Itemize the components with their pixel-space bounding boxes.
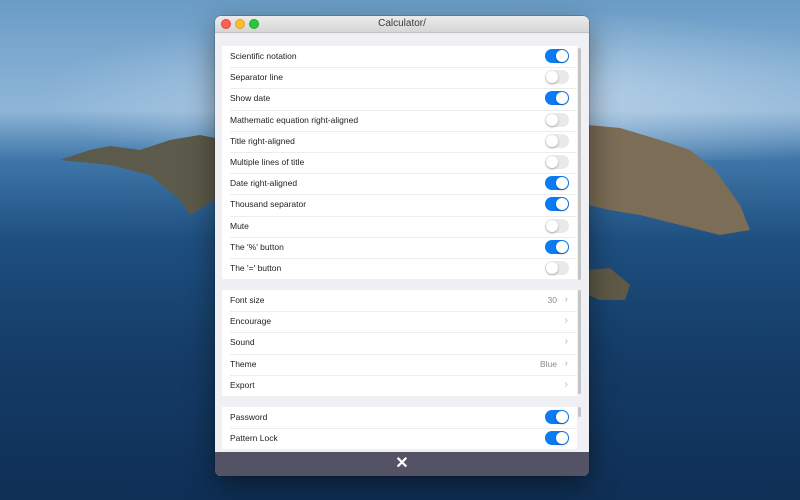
display-options-group: Scientific notation Separator line Show … bbox=[222, 46, 577, 280]
settings-label: Theme bbox=[230, 358, 257, 369]
scientific-notation-toggle[interactable] bbox=[545, 49, 569, 63]
toggle-label: Title right-aligned bbox=[230, 135, 295, 146]
chevron-right-icon: › bbox=[564, 336, 568, 348]
toggle-row-show-date: Show date bbox=[222, 88, 577, 109]
settings-label: Encourage bbox=[230, 316, 272, 327]
title-bar: Calculator/ bbox=[215, 16, 589, 33]
toggle-row-equation-right-aligned: Mathematic equation right-aligned bbox=[222, 109, 577, 131]
multiple-lines-title-toggle[interactable] bbox=[545, 154, 569, 169]
toggle-label: The '%' button bbox=[230, 241, 284, 252]
settings-row-sound[interactable]: Sound › bbox=[222, 332, 577, 353]
toggle-row-percent-button: The '%' button bbox=[222, 236, 577, 258]
toggle-label: Mathematic equation right-aligned bbox=[230, 114, 359, 125]
toggle-row-pattern-lock: Pattern Lock bbox=[222, 428, 577, 449]
settings-content: Scientific notation Separator line Show … bbox=[215, 34, 589, 452]
chevron-right-icon: › bbox=[564, 357, 568, 369]
toggle-label: Pattern Lock bbox=[230, 433, 278, 444]
toggle-label: Multiple lines of title bbox=[230, 156, 305, 167]
chevron-right-icon: › bbox=[564, 315, 568, 327]
equals-button-toggle[interactable] bbox=[545, 260, 569, 275]
toggle-row-scientific-notation: Scientific notation bbox=[222, 46, 577, 67]
settings-label: Export bbox=[230, 379, 255, 390]
toggle-row-thousand-separator: Thousand separator bbox=[222, 194, 577, 215]
percent-button-toggle[interactable] bbox=[545, 239, 569, 254]
settings-row-theme[interactable]: Theme Blue › bbox=[222, 353, 577, 375]
date-right-aligned-toggle[interactable] bbox=[545, 176, 569, 191]
show-date-toggle[interactable] bbox=[545, 91, 569, 106]
pattern-lock-toggle[interactable] bbox=[545, 431, 569, 446]
calculator-settings-window: Calculator/ Scientific notation Separato… bbox=[215, 16, 589, 476]
equation-right-aligned-toggle[interactable] bbox=[545, 112, 569, 127]
settings-row-encourage[interactable]: Encourage › bbox=[222, 311, 577, 332]
group-scrollbar[interactable] bbox=[578, 48, 581, 280]
toggle-row-date-right-aligned: Date right-aligned bbox=[222, 173, 577, 194]
password-toggle[interactable] bbox=[545, 410, 569, 424]
font-size-value: 30 bbox=[547, 295, 557, 305]
toggle-row-separator-line: Separator line bbox=[222, 67, 577, 88]
settings-row-export[interactable]: Export › bbox=[222, 374, 577, 396]
general-settings-group: Font size 30 › Encourage › Sound › Theme… bbox=[222, 290, 577, 396]
toggle-label: The '=' button bbox=[230, 262, 282, 273]
toggle-label: Show date bbox=[230, 93, 271, 104]
title-right-aligned-toggle[interactable] bbox=[545, 133, 569, 148]
toggle-row-title-right-aligned: Title right-aligned bbox=[222, 130, 577, 152]
toggle-row-equals-button: The '=' button bbox=[222, 257, 577, 279]
theme-value: Blue bbox=[539, 358, 557, 369]
mute-toggle[interactable] bbox=[545, 218, 569, 233]
toggle-row-mute: Mute bbox=[222, 215, 577, 237]
group-scrollbar[interactable] bbox=[578, 407, 581, 417]
chevron-right-icon: › bbox=[564, 378, 568, 390]
toggle-label: Thousand separator bbox=[230, 199, 307, 210]
toggle-label: Date right-aligned bbox=[230, 178, 298, 189]
thousand-separator-toggle[interactable] bbox=[545, 197, 569, 212]
settings-row-font-size[interactable]: Font size 30 › bbox=[222, 290, 577, 311]
close-icon[interactable]: ✕ bbox=[395, 455, 408, 473]
security-group: Password Pattern Lock bbox=[222, 407, 577, 450]
separator-line-toggle[interactable] bbox=[545, 70, 569, 85]
settings-label: Font size bbox=[230, 295, 265, 305]
toggle-label: Separator line bbox=[230, 72, 283, 83]
chevron-right-icon: › bbox=[564, 294, 568, 305]
toggle-label: Mute bbox=[230, 220, 249, 231]
settings-label: Sound bbox=[230, 337, 255, 348]
group-scrollbar[interactable] bbox=[578, 290, 581, 394]
toggle-label: Scientific notation bbox=[230, 51, 297, 61]
bottom-bar: ✕ bbox=[215, 452, 589, 476]
window-title: Calculator/ bbox=[378, 18, 426, 29]
toggle-label: Password bbox=[230, 412, 268, 422]
toggle-row-multiple-lines-title: Multiple lines of title bbox=[222, 151, 577, 173]
toggle-row-password: Password bbox=[222, 407, 577, 428]
